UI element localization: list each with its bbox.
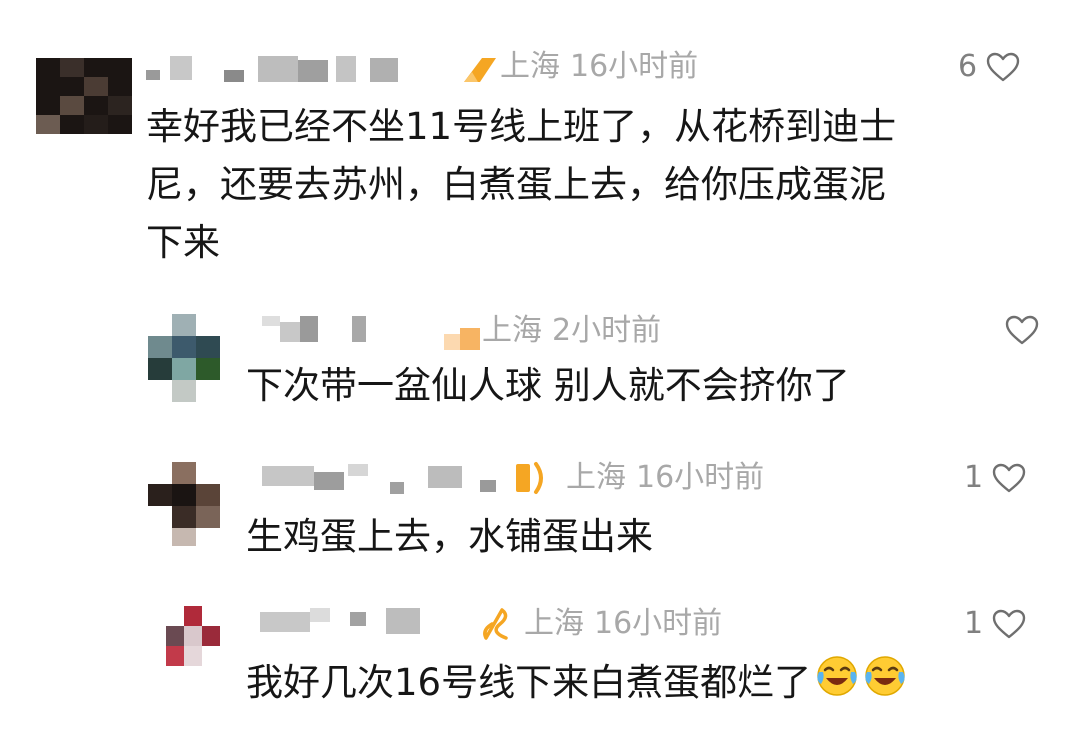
heart-icon bbox=[1005, 315, 1039, 345]
location-label: 上海 bbox=[566, 460, 626, 495]
laughing-crying-icon bbox=[815, 654, 859, 715]
avatar-1[interactable] bbox=[36, 58, 132, 134]
laughing-crying-icon bbox=[863, 654, 907, 715]
level-badge-icon bbox=[462, 54, 498, 88]
like-button-4[interactable]: 1 bbox=[964, 606, 1027, 642]
heart-icon bbox=[992, 463, 1026, 493]
level-badge-icon bbox=[480, 606, 512, 646]
time-label: 16小时前 bbox=[594, 606, 723, 641]
heart-icon bbox=[986, 52, 1020, 82]
location-label: 上海 bbox=[482, 313, 542, 348]
time-label: 16小时前 bbox=[636, 460, 765, 495]
location-label: 上海 bbox=[500, 49, 560, 84]
comment-text-4: 我好几次16号线下来白煮蛋都烂了 bbox=[246, 654, 907, 715]
comment-text-2: 下次带一盆仙人球 别人就不会挤你了 bbox=[246, 357, 850, 415]
like-button-2[interactable] bbox=[996, 312, 1040, 348]
comment-text-3: 生鸡蛋上去，水铺蛋出来 bbox=[246, 508, 653, 566]
username-4-redacted[interactable] bbox=[260, 608, 430, 636]
comment-line: 下来 bbox=[146, 221, 220, 264]
username-2-redacted[interactable] bbox=[262, 316, 382, 344]
avatar-3[interactable] bbox=[148, 462, 222, 548]
comment-line: 我好几次16号线下来白煮蛋都烂了 bbox=[246, 654, 907, 715]
level-badge-icon bbox=[444, 322, 484, 356]
comment-meta-4: 上海 16小时前 bbox=[524, 606, 722, 642]
like-count: 1 bbox=[964, 606, 984, 641]
location-label: 上海 bbox=[524, 606, 584, 641]
comment-text-1: 幸好我已经不坐11号线上班了，从花桥到迪士 尼，还要去苏州，白煮蛋上去，给你压成… bbox=[146, 98, 896, 272]
comment-line: 尼，还要去苏州，白煮蛋上去，给你压成蛋泥 bbox=[146, 163, 886, 206]
username-3-redacted[interactable] bbox=[262, 464, 502, 494]
like-count: 6 bbox=[958, 49, 978, 84]
like-button-1[interactable]: 6 bbox=[958, 49, 1021, 85]
comment-line: 下次带一盆仙人球 别人就不会挤你了 bbox=[246, 364, 850, 407]
comment-meta-3: 上海 16小时前 bbox=[566, 460, 764, 496]
like-button-3[interactable]: 1 bbox=[964, 460, 1027, 496]
time-label: 16小时前 bbox=[570, 49, 699, 84]
avatar-4[interactable] bbox=[166, 606, 222, 668]
like-count: 1 bbox=[964, 460, 984, 495]
avatar-2[interactable] bbox=[148, 314, 222, 406]
comment-line: 生鸡蛋上去，水铺蛋出来 bbox=[246, 515, 653, 558]
comment-line: 幸好我已经不坐11号线上班了，从花桥到迪士 bbox=[146, 105, 897, 148]
heart-icon bbox=[992, 609, 1026, 639]
comment-meta-1: 上海 16小时前 bbox=[500, 49, 698, 85]
comment-line-text: 我好几次16号线下来白煮蛋都烂了 bbox=[246, 661, 812, 704]
comment-meta-2: 上海 2小时前 bbox=[482, 313, 661, 349]
level-badge-icon bbox=[514, 460, 550, 500]
username-1-redacted[interactable] bbox=[146, 56, 416, 84]
time-label: 2小时前 bbox=[552, 313, 662, 348]
